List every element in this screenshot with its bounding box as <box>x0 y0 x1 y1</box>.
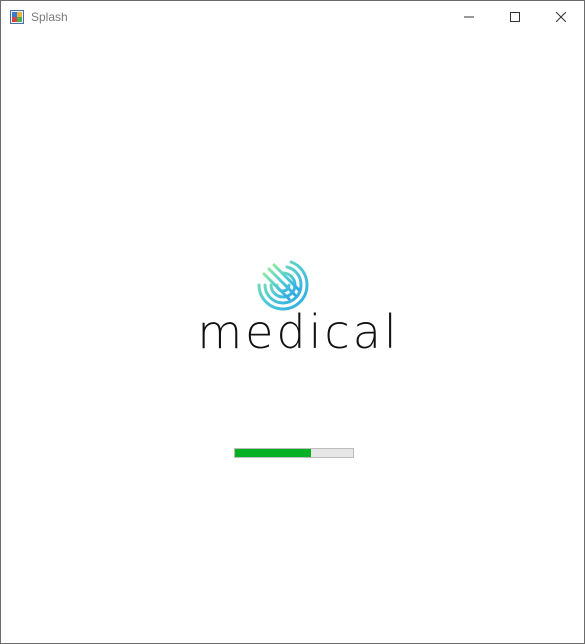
minimize-icon <box>464 16 474 18</box>
close-button[interactable] <box>538 1 584 33</box>
maximize-button[interactable] <box>492 1 538 33</box>
window-title: Splash <box>31 10 68 24</box>
minimize-button[interactable] <box>446 1 492 33</box>
splash-content: medical <box>1 33 584 643</box>
progress-fill <box>235 449 311 457</box>
brand-wordmark: medical <box>197 305 400 359</box>
loading-progress-bar <box>234 448 354 458</box>
maximize-icon <box>510 12 520 22</box>
close-icon <box>556 12 566 22</box>
title-bar[interactable]: Splash <box>1 1 584 33</box>
splash-window: Splash medical <box>0 0 585 644</box>
app-window-icon <box>10 10 24 24</box>
